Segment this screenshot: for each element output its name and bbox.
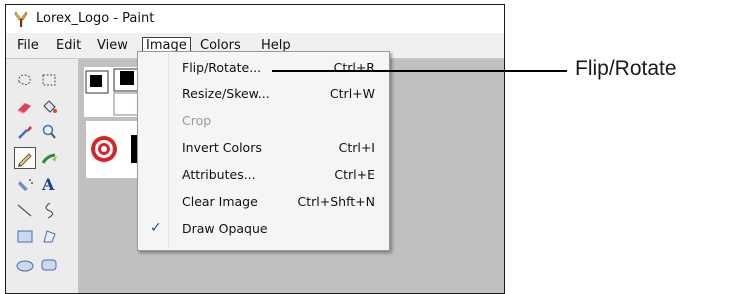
callout-label: Flip/Rotate <box>575 57 677 80</box>
eraser-icon[interactable] <box>14 95 36 117</box>
title-bar: Lorex_Logo - Paint <box>6 5 504 33</box>
menu-item-flip-rotate[interactable]: Flip/Rotate... Ctrl+R <box>140 56 387 80</box>
checkmark-icon: ✓ <box>150 220 162 236</box>
pencil-icon[interactable] <box>14 147 36 169</box>
menu-edit[interactable]: Edit <box>53 37 84 54</box>
menu-item-shortcut: Ctrl+W <box>329 86 375 101</box>
color-picker-icon[interactable] <box>14 121 36 143</box>
menu-item-shortcut: Ctrl+I <box>338 140 375 155</box>
menu-item-resize-skew[interactable]: Resize/Skew... Ctrl+W <box>140 82 387 106</box>
polygon-icon[interactable] <box>38 225 60 247</box>
menu-item-label: Resize/Skew... <box>182 86 270 101</box>
menu-item-label: Clear Image <box>182 194 258 209</box>
magnifier-icon[interactable] <box>38 121 60 143</box>
menu-item-shortcut: Ctrl+Shft+N <box>297 194 375 209</box>
menu-item-invert-colors[interactable]: Invert Colors Ctrl+I <box>140 136 387 160</box>
text-icon[interactable]: A <box>38 173 60 195</box>
menu-item-label: Attributes... <box>182 167 256 182</box>
menu-item-label: Invert Colors <box>182 140 262 155</box>
rounded-rectangle-icon[interactable] <box>38 251 60 273</box>
line-icon[interactable] <box>14 199 36 221</box>
menu-item-label: Crop <box>182 113 212 128</box>
menu-item-label: Flip/Rotate... <box>182 60 262 75</box>
menu-item-draw-opaque[interactable]: ✓ Draw Opaque <box>140 217 387 241</box>
image-menu: Flip/Rotate... Ctrl+R Resize/Skew... Ctr… <box>137 51 390 251</box>
menu-item-label: Draw Opaque <box>182 221 268 236</box>
curve-icon[interactable] <box>38 199 60 221</box>
menu-item-crop: Crop <box>140 109 387 133</box>
brush-icon[interactable] <box>38 147 60 169</box>
menu-file[interactable]: File <box>14 37 42 54</box>
menu-item-attributes[interactable]: Attributes... Ctrl+E <box>140 163 387 187</box>
toolbox: A <box>6 59 78 293</box>
menu-view[interactable]: View <box>94 37 131 54</box>
color-swatches[interactable] <box>84 67 142 117</box>
rectangle-icon[interactable] <box>14 225 36 247</box>
menu-item-shortcut: Ctrl+E <box>334 167 375 182</box>
select-icon[interactable] <box>38 69 60 91</box>
svg-text:A: A <box>41 175 55 194</box>
paint-app-icon <box>14 11 28 27</box>
fill-icon[interactable] <box>38 95 60 117</box>
callout-leader-line <box>272 70 567 72</box>
ellipse-icon[interactable] <box>14 251 36 273</box>
airbrush-icon[interactable] <box>14 173 36 195</box>
window-title: Lorex_Logo - Paint <box>36 11 155 26</box>
menu-item-shortcut: Ctrl+R <box>333 60 375 75</box>
menu-item-clear-image[interactable]: Clear Image Ctrl+Shft+N <box>140 190 387 214</box>
free-form-select-icon[interactable] <box>14 69 36 91</box>
